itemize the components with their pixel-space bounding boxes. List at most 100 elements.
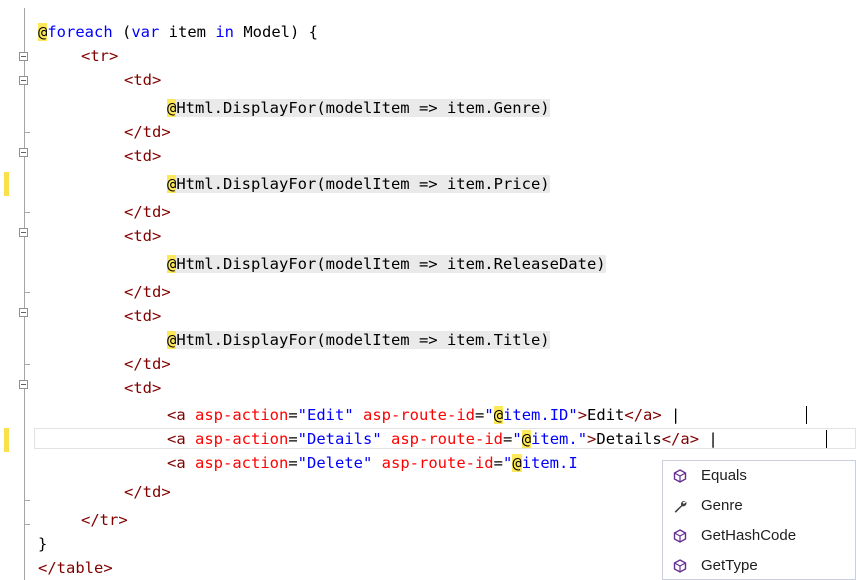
html-tag: </td> bbox=[124, 123, 171, 141]
code-line[interactable]: } bbox=[38, 532, 47, 556]
html-tag: > bbox=[587, 430, 597, 448]
code-text: = bbox=[475, 406, 485, 424]
code-line[interactable]: </td> bbox=[124, 480, 171, 504]
code-line[interactable]: </td> bbox=[124, 280, 171, 304]
code-line[interactable]: <td> bbox=[124, 224, 161, 248]
collapse-toggle-icon[interactable] bbox=[19, 228, 28, 237]
html-tag: <td> bbox=[124, 379, 162, 397]
attribute-value: "Edit" bbox=[297, 406, 354, 424]
attribute-value: "Details" bbox=[297, 430, 382, 448]
razor-transition: @ bbox=[38, 23, 48, 41]
html-tag: </td> bbox=[124, 283, 171, 301]
code-line[interactable]: <td> bbox=[124, 68, 161, 92]
intellisense-completion-list[interactable]: Equals Genre GetHashCode GetType bbox=[662, 460, 856, 580]
code-line[interactable]: </tr> bbox=[81, 508, 128, 532]
completion-item-gettype[interactable]: GetType bbox=[663, 551, 855, 580]
html-tag: <a bbox=[167, 406, 186, 424]
fold-end-marker bbox=[24, 524, 30, 525]
html-tag: </table> bbox=[38, 559, 113, 577]
code-line[interactable]: @Html.DisplayFor(modelItem => item.Relea… bbox=[167, 252, 606, 276]
html-tag: </tr> bbox=[81, 511, 128, 529]
code-line[interactable]: <td> bbox=[124, 144, 161, 168]
code-line[interactable]: @Html.DisplayFor(modelItem => item.Price… bbox=[167, 172, 550, 196]
completion-label: GetType bbox=[701, 557, 758, 574]
razor-expression: Html.DisplayFor(modelItem => item.Price) bbox=[176, 175, 550, 193]
keyword: foreach bbox=[47, 23, 113, 41]
method-icon bbox=[673, 469, 687, 483]
outline-gutter bbox=[24, 8, 25, 580]
completion-item-genre[interactable]: Genre bbox=[663, 491, 855, 521]
razor-transition: @ bbox=[167, 99, 177, 117]
code-line[interactable]: </td> bbox=[124, 200, 171, 224]
link-text: Edit bbox=[587, 406, 625, 424]
html-tag: <a bbox=[167, 454, 186, 472]
fold-end-marker bbox=[24, 132, 30, 133]
method-icon bbox=[673, 559, 687, 573]
html-tag: <tr> bbox=[81, 47, 119, 65]
completion-item-equals[interactable]: Equals bbox=[663, 461, 855, 491]
code-line[interactable]: </td> bbox=[124, 120, 171, 144]
change-marker bbox=[4, 172, 9, 196]
collapse-toggle-icon[interactable] bbox=[19, 76, 28, 85]
code-line[interactable]: <a asp-action="Delete" asp-route-id="@it… bbox=[167, 451, 578, 475]
collapse-toggle-icon[interactable] bbox=[19, 380, 28, 389]
code-text: = bbox=[288, 406, 298, 424]
razor-transition: @ bbox=[521, 430, 532, 448]
html-attribute: asp-route-id bbox=[353, 406, 475, 424]
property-icon bbox=[674, 500, 687, 513]
completion-item-gethashcode[interactable]: GetHashCode bbox=[663, 521, 855, 551]
attribute-value: " bbox=[512, 430, 522, 448]
code-editor[interactable]: @foreach (var item in Model) { <tr> <td>… bbox=[0, 0, 856, 580]
completion-label: Genre bbox=[701, 497, 743, 514]
collapse-toggle-icon[interactable] bbox=[19, 308, 28, 317]
code-line[interactable]: @Html.DisplayFor(modelItem => item.Genre… bbox=[167, 96, 550, 120]
fold-end-marker bbox=[24, 364, 30, 365]
html-attribute: asp-action bbox=[185, 454, 289, 472]
html-attribute: asp-route-id bbox=[372, 454, 494, 472]
code-text: = bbox=[493, 454, 503, 472]
fold-end-marker bbox=[24, 500, 30, 501]
attribute-value: item." bbox=[531, 430, 588, 448]
collapse-toggle-icon[interactable] bbox=[19, 148, 28, 157]
code-line[interactable]: </td> bbox=[124, 352, 171, 376]
code-text: Model) { bbox=[234, 23, 319, 41]
html-tag: </a> bbox=[661, 430, 700, 448]
code-line[interactable]: @foreach (var item in Model) { bbox=[38, 20, 318, 44]
html-tag: </td> bbox=[124, 355, 171, 373]
link-text: Details bbox=[596, 430, 662, 448]
code-line[interactable]: <td> bbox=[124, 376, 161, 400]
code-line[interactable]: <tr> bbox=[81, 44, 118, 68]
code-text: = bbox=[288, 430, 298, 448]
code-text: = bbox=[503, 430, 513, 448]
code-text: | bbox=[661, 406, 681, 424]
html-tag: </td> bbox=[124, 483, 171, 501]
html-tag: <td> bbox=[124, 147, 162, 165]
razor-expression: Html.DisplayFor(modelItem => item.Title) bbox=[176, 331, 550, 349]
razor-transition: @ bbox=[167, 255, 177, 273]
code-line[interactable]: <a asp-action="Edit" asp-route-id="@item… bbox=[167, 403, 680, 427]
keyword: in bbox=[215, 23, 235, 41]
collapse-toggle-icon[interactable] bbox=[19, 52, 28, 61]
html-tag: <td> bbox=[124, 71, 162, 89]
text-caret bbox=[806, 406, 807, 424]
code-text: = bbox=[288, 454, 298, 472]
html-tag: <a bbox=[167, 430, 186, 448]
method-icon bbox=[673, 529, 687, 543]
html-attribute: asp-action bbox=[185, 406, 289, 424]
code-text: } bbox=[38, 535, 48, 553]
attribute-value: " bbox=[484, 406, 494, 424]
completion-label: Equals bbox=[701, 467, 747, 484]
code-line[interactable]: <a asp-action="Details" asp-route-id="@i… bbox=[167, 427, 718, 451]
keyword: var bbox=[131, 23, 160, 41]
razor-expression: Html.DisplayFor(modelItem => item.Releas… bbox=[176, 255, 606, 273]
razor-transition: @ bbox=[512, 454, 522, 472]
text-caret bbox=[826, 430, 827, 448]
code-text: item bbox=[159, 23, 216, 41]
attribute-value: item.I bbox=[521, 454, 578, 472]
html-tag: <td> bbox=[124, 227, 162, 245]
code-line[interactable]: </table> bbox=[38, 556, 113, 580]
code-line[interactable]: @Html.DisplayFor(modelItem => item.Title… bbox=[167, 328, 550, 352]
razor-transition: @ bbox=[167, 175, 177, 193]
code-line[interactable]: <td> bbox=[124, 304, 161, 328]
change-marker bbox=[4, 428, 9, 452]
